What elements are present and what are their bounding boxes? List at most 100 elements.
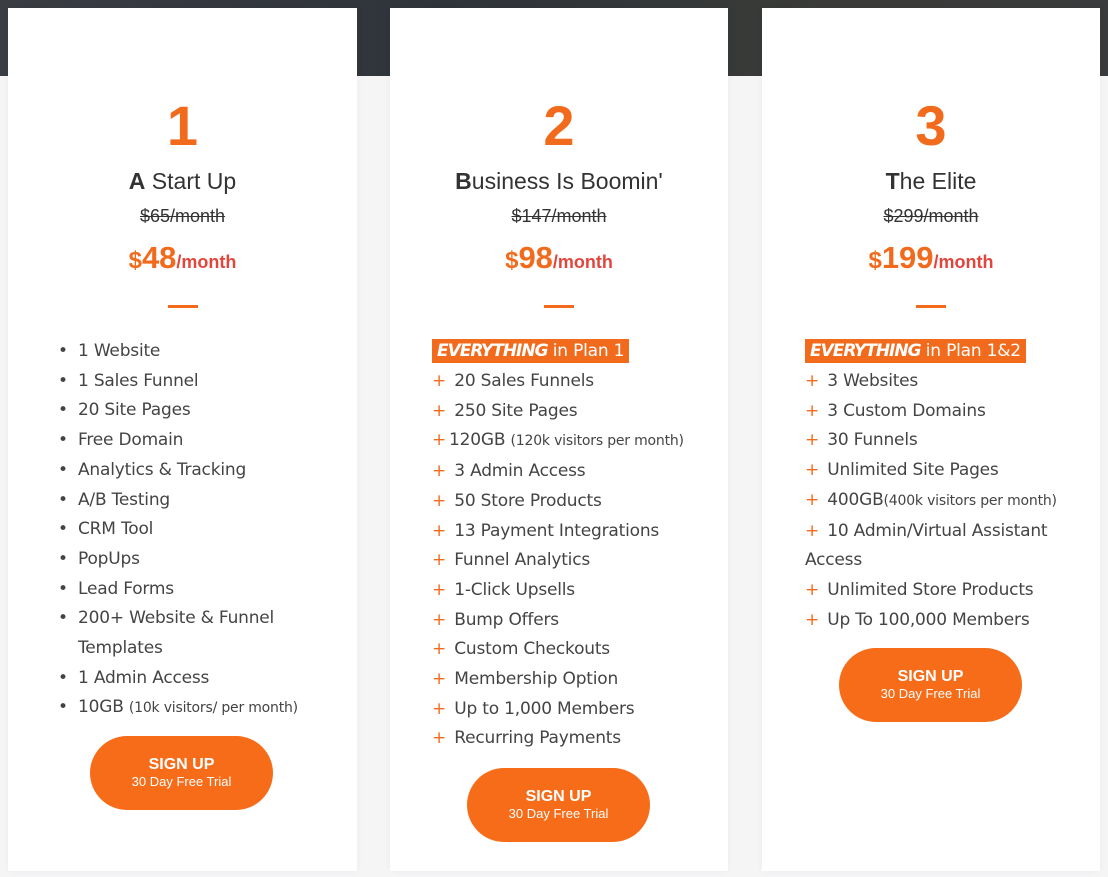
feature-item: 200+ Website & Funnel Templates <box>58 604 337 663</box>
everything-highlight: EVERYTHING in Plan 1 <box>432 339 630 363</box>
feature-text: 1 Sales Funnel <box>78 370 199 391</box>
feature-text: 13 Payment Integrations <box>454 520 660 541</box>
original-price: $147/month <box>511 206 607 226</box>
feature-text: Unlimited Store Products <box>827 579 1034 600</box>
feature-text: 20 Sales Funnels <box>454 371 594 391</box>
plus-icon: + <box>805 520 825 541</box>
sign-up-label: SIGN UP <box>897 668 964 685</box>
feature-note: (400k visitors per month) <box>883 492 1057 509</box>
feature-item: PopUps <box>58 545 337 575</box>
feature-text: 10 Admin/Virtual Assistant Access <box>805 520 1048 571</box>
feature-text: Custom Checkouts <box>454 639 610 660</box>
feature-item: 10GB (10k visitors/ per month) <box>58 693 337 724</box>
plan-name-initial: T <box>885 168 900 194</box>
feature-note: (120k visitors per month) <box>510 433 684 450</box>
plus-icon: + <box>432 550 452 571</box>
plan-name: A Start Up <box>8 166 357 196</box>
feature-text: 1-Click Upsells <box>454 579 575 600</box>
feature-text: Unlimited Site Pages <box>827 460 999 481</box>
feature-item: Lead Forms <box>58 575 337 605</box>
discounted-price: $48/month <box>8 238 357 284</box>
feature-item: + 30 Funnels <box>805 426 1060 456</box>
feature-item: + 3 Custom Domains <box>805 397 1060 427</box>
everything-emphasis: EVERYTHING <box>810 341 922 361</box>
feature-text: Free Domain <box>78 430 184 451</box>
feature-item: + Bump Offers <box>432 606 708 636</box>
plus-icon: + <box>432 371 452 391</box>
feature-text: 50 Store Products <box>454 490 602 511</box>
feature-item: + 13 Payment Integrations <box>432 517 708 547</box>
feature-text: 400GB <box>827 489 884 510</box>
sign-up-button[interactable]: SIGN UP 30 Day Free Trial <box>90 736 273 810</box>
plus-icon: + <box>805 609 825 630</box>
feature-text: 120GB <box>449 430 511 451</box>
feature-text: PopUps <box>78 548 140 569</box>
feature-item: + Membership Option <box>432 665 708 695</box>
plus-icon: + <box>432 728 452 749</box>
divider <box>167 305 198 308</box>
divider <box>916 305 946 308</box>
feature-item: 20 Site Pages <box>58 396 337 426</box>
everything-emphasis: EVERYTHING <box>437 341 549 361</box>
plan-name-rest: Start Up <box>145 168 237 194</box>
free-trial-label: 30 Day Free Trial <box>131 774 232 789</box>
feature-item: 1 Sales Funnel <box>58 367 337 397</box>
original-price: $299/month <box>883 206 979 226</box>
sign-up-button[interactable]: SIGN UP 30 Day Free Trial <box>467 768 650 842</box>
plus-icon: + <box>432 400 452 421</box>
everything-highlight: EVERYTHING in Plan 1&2 <box>805 339 1026 363</box>
plan-number: 2 <box>543 94 575 157</box>
sign-up-button[interactable]: SIGN UP 30 Day Free Trial <box>839 648 1022 722</box>
free-trial-label: 30 Day Free Trial <box>880 686 981 701</box>
feature-item: + 10 Admin/Virtual Assistant Access <box>805 517 1060 576</box>
plus-icon: + <box>805 579 825 600</box>
feature-note: (10k visitors/ per month) <box>128 700 298 717</box>
feature-item: Analytics & Tracking <box>58 456 337 486</box>
currency-symbol: $ <box>128 247 142 274</box>
divider <box>544 305 574 308</box>
currency-symbol: $ <box>505 247 519 274</box>
feature-text: Up To 100,000 Members <box>827 609 1030 630</box>
feature-item: + Up To 100,000 Members <box>805 606 1060 636</box>
feature-item: CRM Tool <box>58 515 337 545</box>
plus-icon: + <box>432 520 452 541</box>
plus-icon: + <box>805 400 825 421</box>
feature-item: A/B Testing <box>58 486 337 516</box>
feature-item: + Unlimited Store Products <box>805 576 1060 606</box>
feature-text: 200+ Website & Funnel Templates <box>78 608 275 659</box>
feature-item: + 3 Websites <box>805 367 1060 397</box>
sign-up-label: SIGN UP <box>148 756 215 773</box>
price-period: /month <box>176 252 237 272</box>
plus-icon: + <box>432 490 452 511</box>
feature-text: Lead Forms <box>78 578 174 599</box>
original-price: $65/month <box>139 206 226 226</box>
everything-included-banner: EVERYTHING in Plan 1&2 <box>805 337 1060 367</box>
plus-icon: + <box>805 371 825 391</box>
feature-list: EVERYTHING in Plan 1&2 + 3 Websites + 3 Cu… <box>805 337 1060 635</box>
plan-name-rest: he Elite <box>899 168 977 194</box>
feature-text: 30 Funnels <box>827 430 918 451</box>
feature-item: 1 Admin Access <box>58 664 337 694</box>
price-amount: 48 <box>141 240 177 275</box>
plus-icon: + <box>432 461 452 482</box>
feature-text: Recurring Payments <box>454 728 621 749</box>
feature-text: Analytics & Tracking <box>78 459 247 480</box>
pricing-card-plan-3: 3 The Elite $299/month $199/month EVERYT… <box>762 8 1100 871</box>
feature-item: + Funnel Analytics <box>432 546 708 576</box>
feature-item: + 250 Site Pages <box>432 397 708 427</box>
plan-name-initial: B <box>455 168 472 194</box>
discounted-price: $199/month <box>762 238 1100 284</box>
price-period: /month <box>552 252 613 272</box>
feature-text: 3 Custom Domains <box>827 400 986 421</box>
feature-text: 3 Websites <box>827 371 919 391</box>
plus-icon: + <box>805 489 825 510</box>
free-trial-label: 30 Day Free Trial <box>508 806 609 821</box>
feature-text: 20 Site Pages <box>78 400 191 421</box>
feature-item: + Custom Checkouts <box>432 635 708 665</box>
feature-text: Funnel Analytics <box>454 550 591 571</box>
feature-list: EVERYTHING in Plan 1 + 20 Sales Funnels + … <box>432 337 708 754</box>
plus-icon: + <box>432 609 452 630</box>
price-amount: 98 <box>518 240 553 275</box>
feature-text: 250 Site Pages <box>454 400 578 421</box>
feature-item: + 1-Click Upsells <box>432 576 708 606</box>
